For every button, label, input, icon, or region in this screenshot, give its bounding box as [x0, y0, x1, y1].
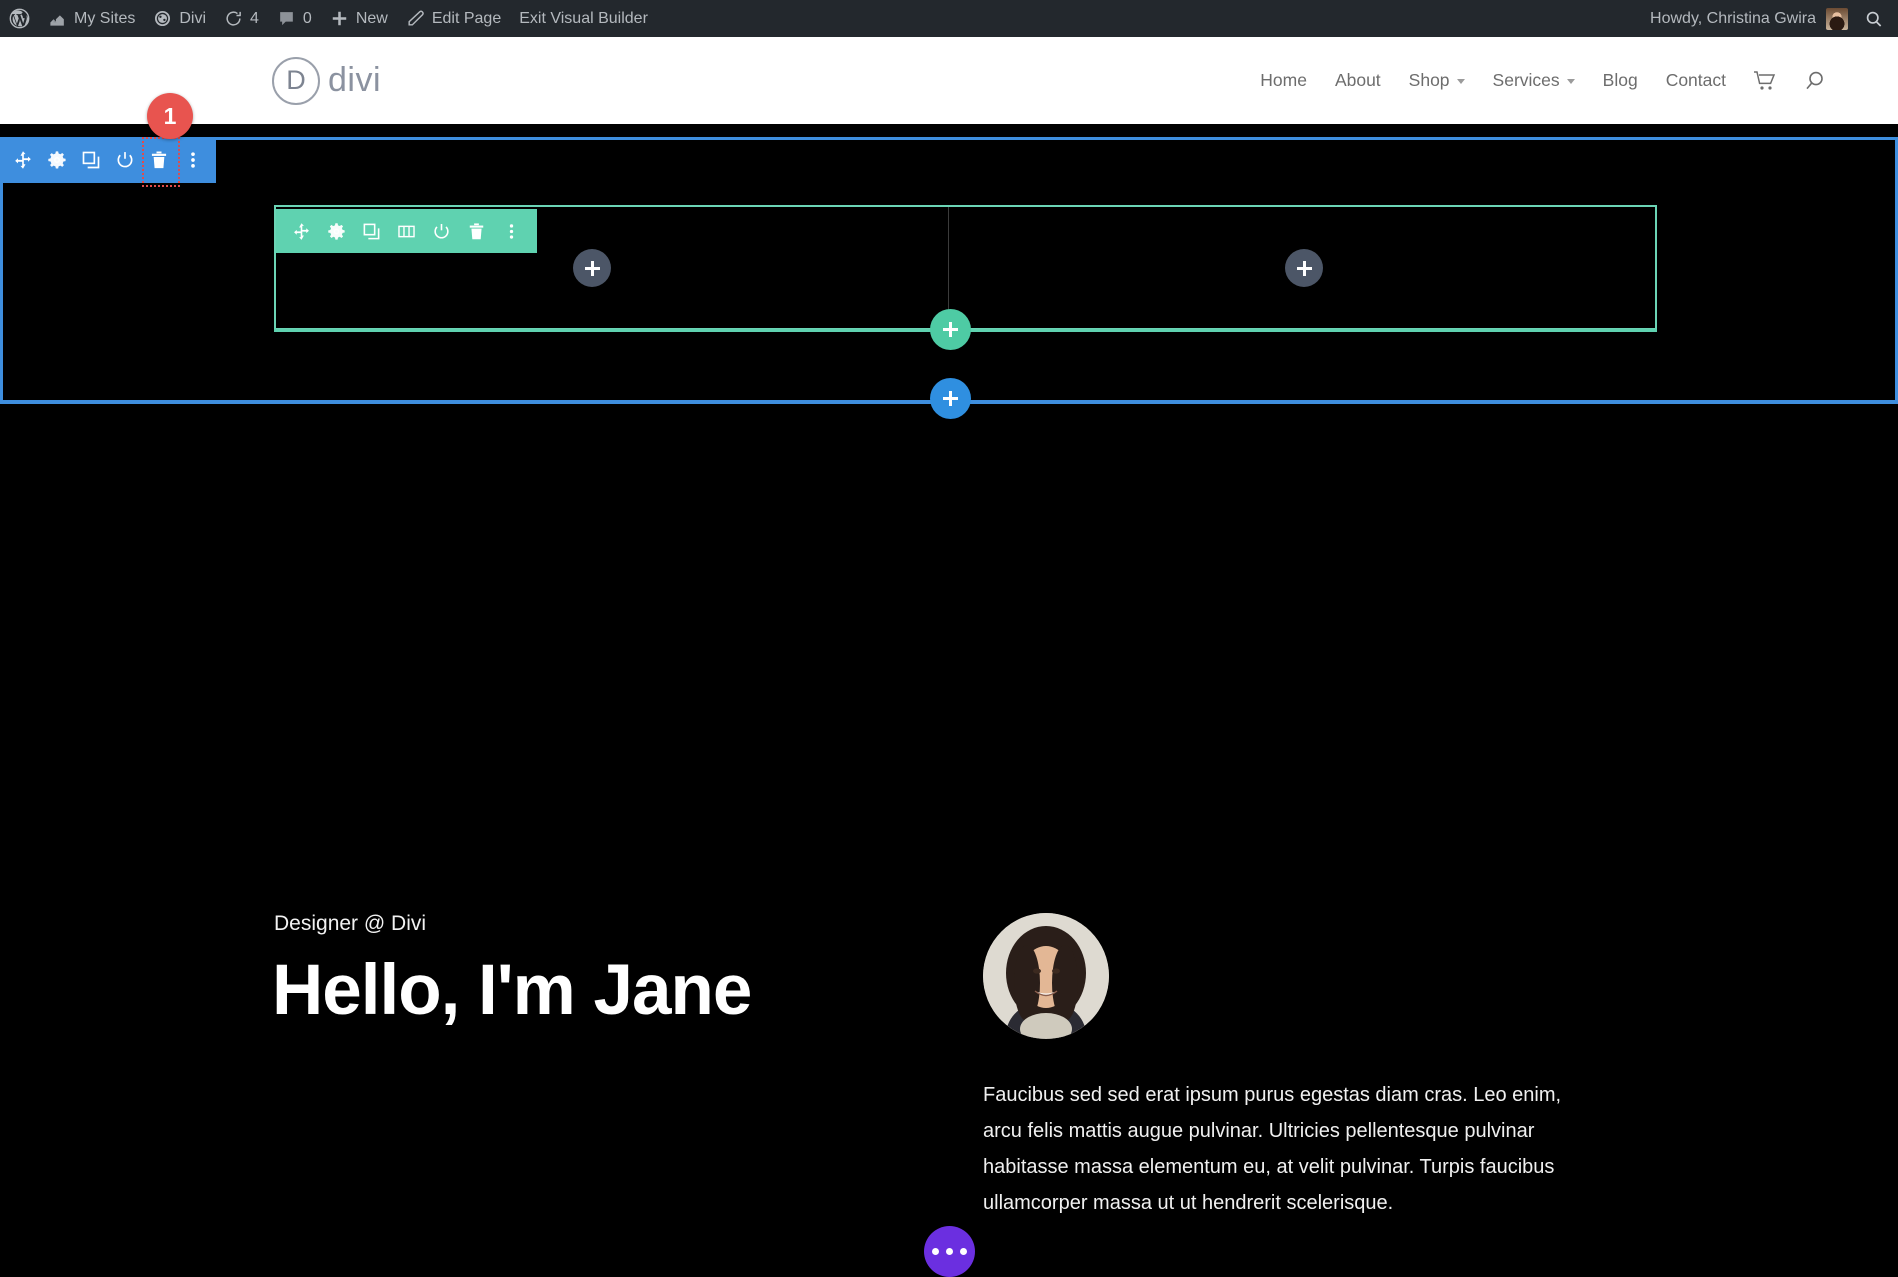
nav-item-about[interactable]: About [1321, 70, 1395, 91]
nav-item-contact[interactable]: Contact [1652, 70, 1740, 91]
duplicate-icon [362, 222, 381, 241]
divi-logo-icon: D [272, 57, 320, 105]
nav-label: Contact [1666, 70, 1726, 91]
trash-icon [467, 222, 486, 241]
nav-label: Home [1260, 70, 1307, 91]
nav-label: Shop [1409, 70, 1450, 91]
site-logo-text: divi [328, 61, 381, 100]
updates-icon [224, 9, 243, 28]
row-column-structure-button[interactable] [389, 209, 424, 253]
duplicate-icon [81, 150, 101, 170]
admin-bar-search-button[interactable] [1854, 0, 1898, 37]
admin-bar-howdy[interactable]: Howdy, Christina Gwira [1641, 0, 1854, 37]
gear-icon [47, 150, 67, 170]
delete-row-button[interactable] [459, 209, 494, 253]
row-settings-button[interactable] [319, 209, 354, 253]
admin-bar-wordpress-logo[interactable] [0, 0, 39, 37]
section-toolbar [0, 137, 216, 183]
gear-icon [327, 222, 346, 241]
trash-icon [149, 150, 169, 170]
section-more-options-button[interactable] [176, 137, 210, 183]
move-icon [292, 222, 311, 241]
admin-bar-label: Exit Visual Builder [519, 10, 648, 28]
content-section: Designer @ Divi Hello, I'm Jane Faucibus… [0, 404, 1898, 894]
admin-bar-label: 0 [303, 10, 312, 28]
cta-more-button[interactable] [924, 1226, 975, 1277]
duplicate-row-button[interactable] [354, 209, 389, 253]
plus-icon [1297, 261, 1312, 276]
dots-vertical-icon [183, 150, 203, 170]
add-section-button[interactable] [930, 378, 971, 419]
shopping-cart-icon [1753, 70, 1777, 92]
section-settings-button[interactable] [40, 137, 74, 183]
chevron-down-icon [1567, 79, 1575, 84]
admin-bar-item-exit-visual-builder[interactable]: Exit Visual Builder [510, 0, 657, 37]
row-more-options-button[interactable] [494, 209, 529, 253]
admin-bar-item-new[interactable]: New [321, 0, 397, 37]
step-badge: 1 [147, 93, 193, 139]
search-icon [1803, 69, 1827, 93]
admin-bar-item-edit-page[interactable]: Edit Page [397, 0, 510, 37]
move-icon [13, 150, 33, 170]
dots-horizontal-icon [932, 1248, 939, 1255]
admin-bar-item-divi[interactable]: Divi [144, 0, 215, 37]
add-module-button-column-1[interactable] [573, 249, 611, 287]
admin-bar-label: Edit Page [432, 10, 501, 28]
move-section-button[interactable] [6, 137, 40, 183]
nav-label: Services [1493, 70, 1560, 91]
plus-icon [943, 391, 958, 406]
nav-item-home[interactable]: Home [1246, 70, 1321, 91]
nav-label: About [1335, 70, 1381, 91]
site-logo[interactable]: D divi [272, 57, 381, 105]
delete-section-button[interactable] [142, 137, 176, 183]
columns-icon [397, 222, 416, 241]
admin-bar-label: New [356, 10, 388, 28]
search-icon [1864, 9, 1884, 29]
nav-item-shop[interactable]: Shop [1395, 70, 1479, 91]
add-row-button[interactable] [930, 309, 971, 350]
nav-item-blog[interactable]: Blog [1589, 70, 1652, 91]
dots-vertical-icon [502, 222, 521, 241]
divi-dashboard-icon [153, 9, 172, 28]
cart-button[interactable] [1740, 70, 1790, 92]
admin-bar-label: Divi [179, 10, 206, 28]
move-row-button[interactable] [284, 209, 319, 253]
site-header: D divi Home About Shop Services Blog Con… [0, 37, 1898, 124]
main-navigation: Home About Shop Services Blog Contact [1246, 69, 1840, 93]
page-title: Hello, I'm Jane [272, 952, 751, 1030]
bio-paragraph: Faucibus sed sed erat ipsum purus egesta… [983, 1077, 1603, 1221]
add-module-button-column-2[interactable] [1285, 249, 1323, 287]
admin-bar-label: My Sites [74, 10, 135, 28]
avatar [1826, 8, 1848, 30]
nav-label: Blog [1603, 70, 1638, 91]
wordpress-logo-icon [9, 8, 30, 29]
power-icon [432, 222, 451, 241]
admin-bar-item-comments[interactable]: 0 [268, 0, 321, 37]
nav-item-services[interactable]: Services [1479, 70, 1589, 91]
admin-bar-item-my-sites[interactable]: My Sites [39, 0, 144, 37]
disable-row-button[interactable] [424, 209, 459, 253]
dots-horizontal-icon [960, 1248, 967, 1255]
duplicate-section-button[interactable] [74, 137, 108, 183]
my-sites-icon [48, 9, 67, 28]
admin-bar-label: 4 [250, 10, 259, 28]
plus-icon [330, 9, 349, 28]
portrait-photo [983, 913, 1109, 1039]
header-search-button[interactable] [1790, 69, 1840, 93]
pencil-icon [406, 9, 425, 28]
disable-section-button[interactable] [108, 137, 142, 183]
dots-horizontal-icon [946, 1248, 953, 1255]
chevron-down-icon [1457, 79, 1465, 84]
hero-subtitle: Designer @ Divi [274, 912, 426, 936]
plus-icon [585, 261, 600, 276]
power-icon [115, 150, 135, 170]
howdy-label: Howdy, Christina Gwira [1650, 10, 1816, 28]
plus-icon [943, 322, 958, 337]
admin-bar-item-updates[interactable]: 4 [215, 0, 268, 37]
comments-icon [277, 9, 296, 28]
row-toolbar [276, 209, 537, 253]
wp-admin-bar: My Sites Divi 4 0 New Edit Page Exit Vis… [0, 0, 1898, 37]
